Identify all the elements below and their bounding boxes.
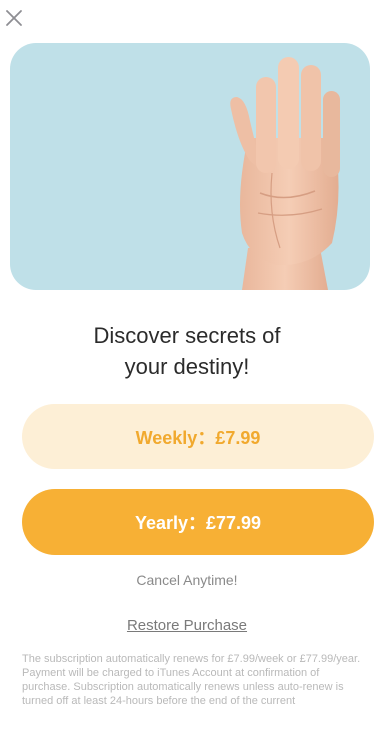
subscription-screen: Discover secrets of your destiny! Weekly… bbox=[0, 0, 374, 736]
subscription-terms-text: The subscription automatically renews fo… bbox=[22, 653, 361, 707]
palm-hand-illustration bbox=[230, 57, 340, 290]
weekly-plan-button[interactable]: Weekly：£7.99 bbox=[22, 404, 374, 469]
headline-line-1: Discover secrets of bbox=[93, 323, 281, 348]
restore-purchase-link[interactable]: Restore Purchase bbox=[0, 617, 374, 634]
cancel-anytime-note: Cancel Anytime! bbox=[136, 572, 238, 588]
page-title: Discover secrets of your destiny! bbox=[0, 320, 374, 382]
headline-line-2: your destiny! bbox=[124, 354, 250, 379]
close-button[interactable] bbox=[4, 8, 24, 28]
yearly-plan-button[interactable]: Yearly：£77.99 bbox=[22, 489, 374, 555]
close-icon bbox=[6, 10, 22, 26]
hero-image bbox=[10, 43, 370, 290]
